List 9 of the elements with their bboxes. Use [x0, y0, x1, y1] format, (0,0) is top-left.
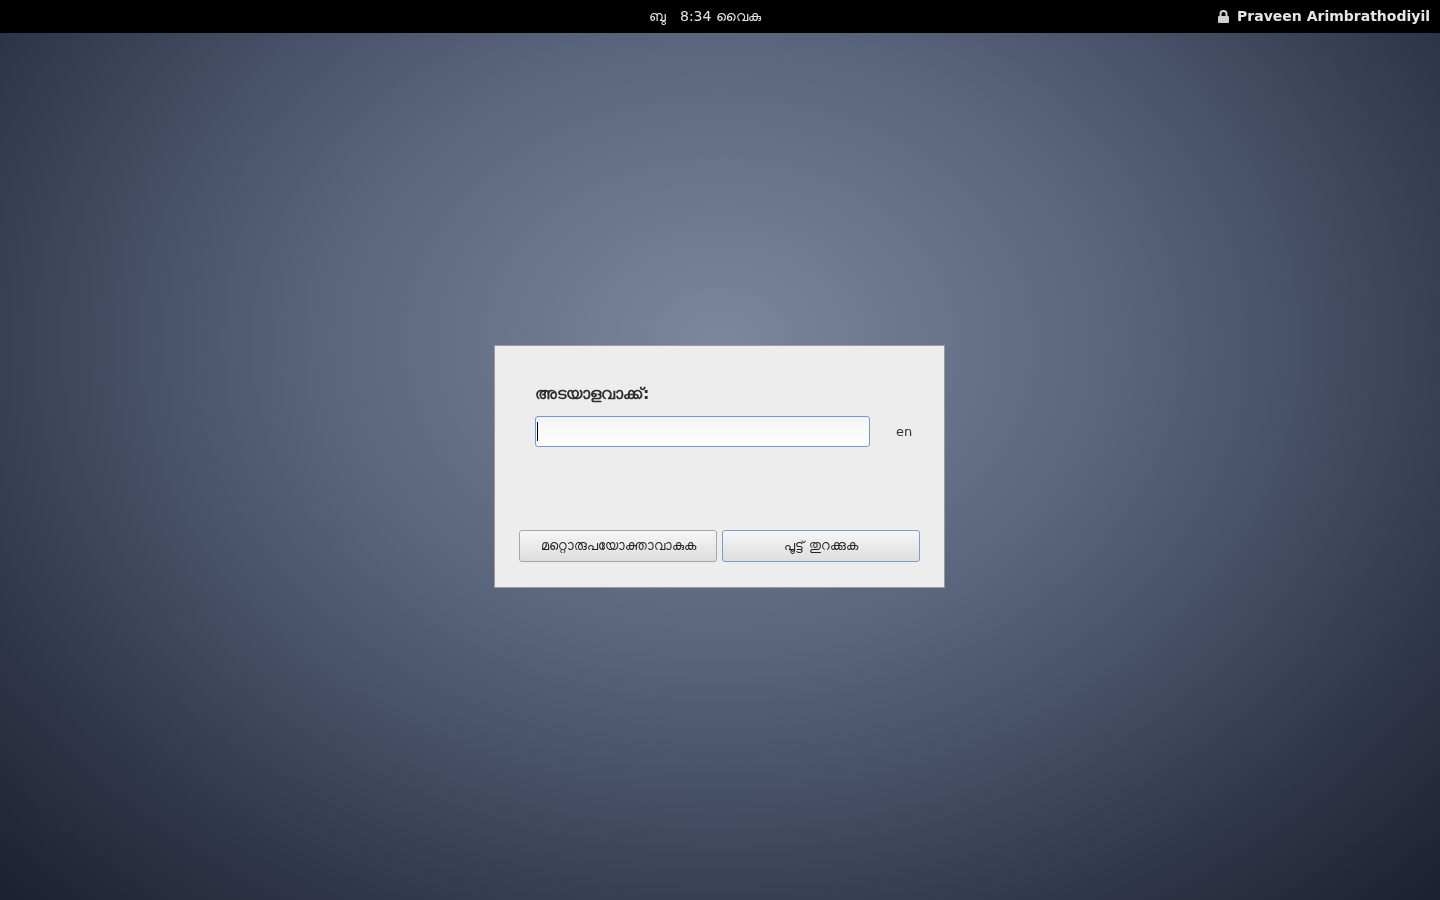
switch-user-button[interactable]: മറ്റൊരുപയോക്താവാകുക [519, 530, 717, 562]
user-name[interactable]: Praveen Arimbrathodiyil [1237, 6, 1430, 27]
clock-time[interactable]: 8:34 വൈകു [680, 6, 761, 27]
clock-day[interactable]: ബു [649, 6, 666, 27]
unlock-button[interactable]: പൂട്ട് തുറക്കുക [722, 530, 920, 562]
lock-icon [1218, 10, 1230, 23]
keyboard-layout[interactable]: en [896, 421, 913, 442]
password-field[interactable] [535, 416, 870, 447]
password-label: അടയാളവാക്ക്: [535, 383, 651, 405]
